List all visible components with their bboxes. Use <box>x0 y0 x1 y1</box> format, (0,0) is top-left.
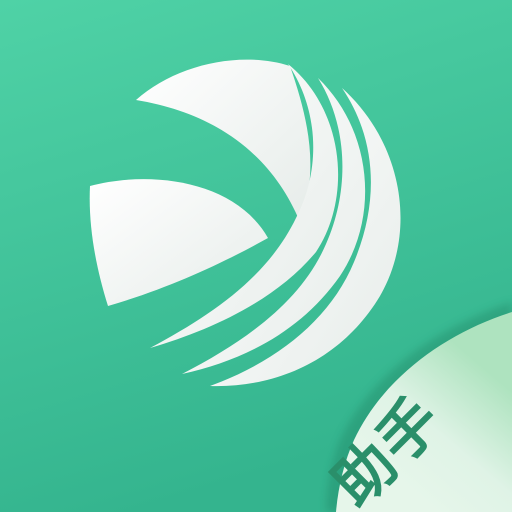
app-icon[interactable]: 助手 <box>0 0 512 521</box>
